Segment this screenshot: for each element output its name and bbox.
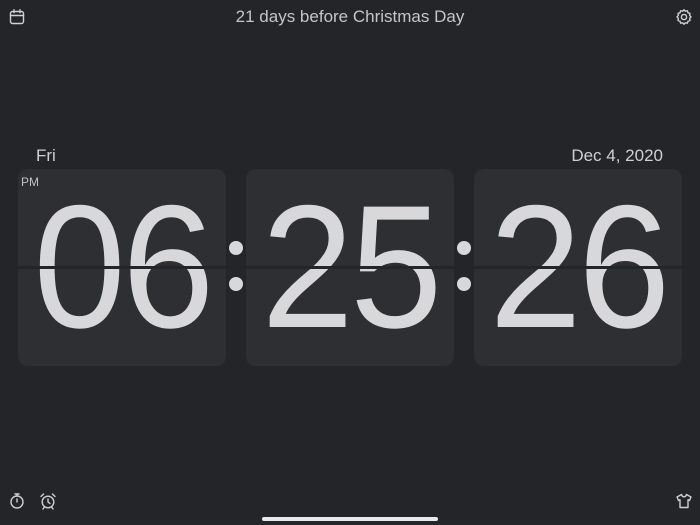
minutes-flip-card: 25 <box>246 169 454 366</box>
flip-divider <box>246 266 454 269</box>
flip-divider <box>18 266 226 269</box>
seconds-flip-card: 26 <box>474 169 682 366</box>
flip-divider <box>474 266 682 269</box>
hours-flip-card: 06 <box>18 169 226 366</box>
home-indicator[interactable] <box>262 517 438 521</box>
date-label: Dec 4, 2020 <box>571 146 663 165</box>
weekday-label: Fri <box>36 146 56 165</box>
tshirt-icon[interactable] <box>673 490 695 512</box>
alarm-clock-icon[interactable] <box>37 490 59 512</box>
colon-dot <box>229 241 243 255</box>
colon-dot <box>457 277 471 291</box>
colon-dot <box>457 241 471 255</box>
gear-icon[interactable] <box>673 6 695 28</box>
stopwatch-icon[interactable] <box>6 490 28 512</box>
am-pm-indicator: PM <box>21 175 39 189</box>
countdown-title: 21 days before Christmas Day <box>235 7 465 26</box>
colon-dot <box>229 277 243 291</box>
